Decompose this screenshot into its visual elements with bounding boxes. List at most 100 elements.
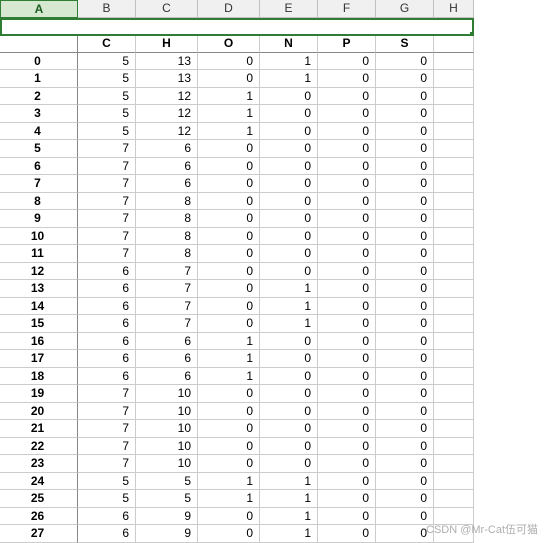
data-header-n[interactable]: N xyxy=(260,35,318,53)
row-index[interactable]: 16 xyxy=(0,333,78,351)
cell[interactable]: 7 xyxy=(78,140,136,158)
row-index[interactable]: 4 xyxy=(0,123,78,141)
row-index[interactable]: 6 xyxy=(0,158,78,176)
cell-blank[interactable] xyxy=(434,473,474,491)
cell[interactable]: 7 xyxy=(78,193,136,211)
data-header-h[interactable]: H xyxy=(136,35,198,53)
cell[interactable]: 7 xyxy=(78,385,136,403)
cell[interactable]: 0 xyxy=(376,490,434,508)
cell[interactable]: 0 xyxy=(318,245,376,263)
cell[interactable]: 0 xyxy=(318,298,376,316)
cell[interactable]: 0 xyxy=(318,210,376,228)
cell-blank[interactable] xyxy=(434,263,474,281)
cell-blank[interactable] xyxy=(434,105,474,123)
cell[interactable]: 9 xyxy=(136,525,198,543)
cell[interactable]: 0 xyxy=(318,280,376,298)
cell[interactable]: 0 xyxy=(260,140,318,158)
cell[interactable]: 0 xyxy=(198,228,260,246)
cell[interactable]: 0 xyxy=(318,70,376,88)
row-index[interactable]: 0 xyxy=(0,53,78,71)
cell[interactable]: 6 xyxy=(136,333,198,351)
cell[interactable]: 0 xyxy=(260,105,318,123)
row-index[interactable]: 26 xyxy=(0,508,78,526)
cell[interactable]: 0 xyxy=(318,473,376,491)
cell[interactable]: 0 xyxy=(198,70,260,88)
cell[interactable]: 0 xyxy=(198,263,260,281)
cell[interactable]: 6 xyxy=(78,298,136,316)
row-index[interactable]: 22 xyxy=(0,438,78,456)
cell[interactable]: 0 xyxy=(376,263,434,281)
cell[interactable]: 6 xyxy=(78,333,136,351)
cell[interactable]: 6 xyxy=(78,525,136,543)
row-index[interactable]: 14 xyxy=(0,298,78,316)
cell[interactable]: 13 xyxy=(136,70,198,88)
cell[interactable]: 0 xyxy=(260,385,318,403)
cell-blank[interactable] xyxy=(434,508,474,526)
row-index[interactable]: 17 xyxy=(0,350,78,368)
cell-blank[interactable] xyxy=(434,385,474,403)
cell[interactable]: 1 xyxy=(260,53,318,71)
cell[interactable]: 0 xyxy=(198,525,260,543)
cell[interactable]: 0 xyxy=(198,53,260,71)
cell[interactable]: 0 xyxy=(376,333,434,351)
column-header-d[interactable]: D xyxy=(198,0,260,18)
cell[interactable]: 0 xyxy=(198,315,260,333)
cell[interactable]: 0 xyxy=(318,315,376,333)
cell[interactable]: 0 xyxy=(260,368,318,386)
cell[interactable]: 0 xyxy=(260,438,318,456)
cell-blank[interactable] xyxy=(434,193,474,211)
cell[interactable]: 0 xyxy=(318,140,376,158)
cell[interactable]: 1 xyxy=(260,525,318,543)
row-index[interactable]: 19 xyxy=(0,385,78,403)
cell[interactable]: 0 xyxy=(376,70,434,88)
cell[interactable]: 7 xyxy=(136,298,198,316)
cell[interactable]: 0 xyxy=(318,438,376,456)
cell[interactable]: 1 xyxy=(260,508,318,526)
row-index[interactable]: 7 xyxy=(0,175,78,193)
cell[interactable]: 10 xyxy=(136,455,198,473)
cell-blank[interactable] xyxy=(434,123,474,141)
cell[interactable]: 0 xyxy=(318,508,376,526)
cell[interactable]: 0 xyxy=(198,438,260,456)
cell[interactable]: 0 xyxy=(376,53,434,71)
row-index[interactable]: 2 xyxy=(0,88,78,106)
cell[interactable]: 7 xyxy=(78,420,136,438)
cell[interactable]: 10 xyxy=(136,420,198,438)
row-index[interactable]: 20 xyxy=(0,403,78,421)
cell[interactable]: 7 xyxy=(78,210,136,228)
cell[interactable]: 0 xyxy=(376,158,434,176)
cell[interactable]: 8 xyxy=(136,210,198,228)
row-index[interactable]: 1 xyxy=(0,70,78,88)
cell-blank[interactable] xyxy=(434,403,474,421)
cell[interactable]: 0 xyxy=(376,438,434,456)
cell[interactable]: 1 xyxy=(198,88,260,106)
column-header-b[interactable]: B xyxy=(78,0,136,18)
cell[interactable]: 5 xyxy=(78,123,136,141)
row-index[interactable]: 21 xyxy=(0,420,78,438)
cell-blank[interactable] xyxy=(434,70,474,88)
cell[interactable]: 12 xyxy=(136,88,198,106)
cell[interactable]: 0 xyxy=(260,228,318,246)
cell[interactable]: 0 xyxy=(198,508,260,526)
row-index[interactable]: 3 xyxy=(0,105,78,123)
cell[interactable]: 6 xyxy=(78,508,136,526)
cell[interactable]: 0 xyxy=(318,455,376,473)
cell[interactable]: 0 xyxy=(376,123,434,141)
cell[interactable]: 0 xyxy=(198,420,260,438)
cell[interactable]: 10 xyxy=(136,438,198,456)
cell[interactable]: 5 xyxy=(78,490,136,508)
row-index[interactable]: 23 xyxy=(0,455,78,473)
cell[interactable]: 1 xyxy=(198,490,260,508)
cell[interactable]: 0 xyxy=(376,193,434,211)
cell[interactable]: 0 xyxy=(318,105,376,123)
cell[interactable]: 1 xyxy=(260,280,318,298)
cell[interactable]: 0 xyxy=(198,140,260,158)
cell[interactable]: 0 xyxy=(198,193,260,211)
cell-blank[interactable] xyxy=(434,490,474,508)
cell[interactable]: 0 xyxy=(376,315,434,333)
row-index[interactable]: 9 xyxy=(0,210,78,228)
cell[interactable]: 7 xyxy=(78,228,136,246)
data-header-o[interactable]: O xyxy=(198,35,260,53)
cell[interactable]: 0 xyxy=(198,403,260,421)
cell[interactable]: 0 xyxy=(260,193,318,211)
